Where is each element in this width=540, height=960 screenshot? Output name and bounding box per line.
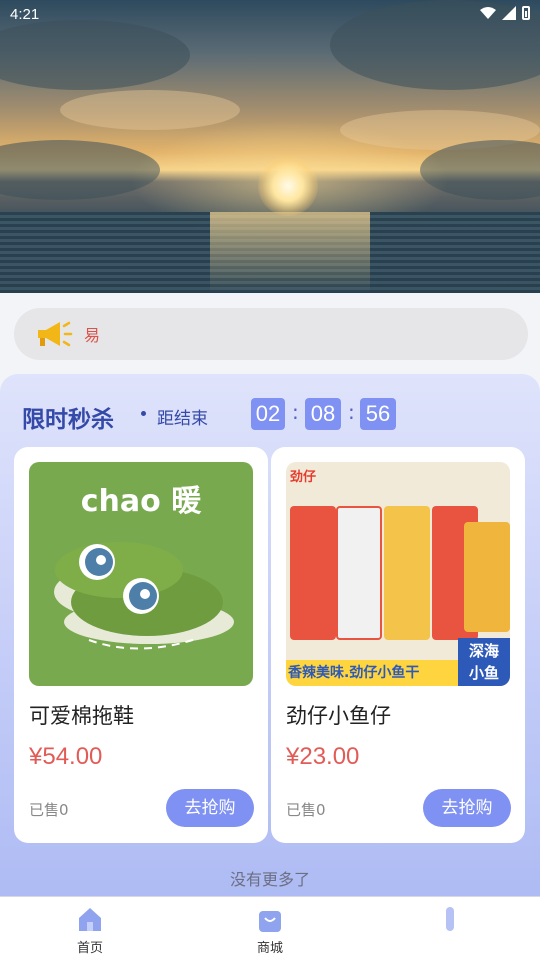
notice-bar[interactable]: 易	[14, 308, 528, 360]
sun	[258, 156, 318, 216]
list-end-text: 没有更多了	[229, 870, 310, 889]
battery-icon	[522, 6, 530, 20]
countdown-colon: :	[292, 400, 299, 424]
buy-now-button[interactable]: 去抢购	[166, 789, 254, 827]
notice-text: 易	[84, 326, 101, 345]
home-icon	[79, 908, 101, 931]
wifi-icon	[480, 7, 496, 19]
megaphone-icon	[38, 321, 73, 347]
product-sold-count: 已售0	[286, 801, 326, 819]
countdown-seconds: 56	[360, 398, 396, 430]
product-image-fish-snack[interactable]: 劲仔 香辣美味.劲仔小鱼干 深海 小鱼	[286, 462, 510, 686]
tab-label: 商城	[256, 941, 283, 956]
image-banner-text: 香辣美味.劲仔小鱼干	[288, 665, 420, 681]
image-badge-top: 深海	[468, 642, 499, 660]
product-name: 劲仔小鱼仔	[286, 704, 391, 728]
status-bar: 4:21	[0, 0, 540, 30]
image-badge: 深海 小鱼	[458, 638, 510, 686]
product-sold-count: 已售0	[29, 801, 69, 819]
shopping-bag-icon	[259, 911, 281, 932]
tab-mall[interactable]: 商城	[220, 897, 320, 960]
profile-icon	[446, 907, 454, 931]
product-price: ¥23.00	[286, 743, 360, 770]
hero-banner-image	[0, 0, 540, 293]
signal-icon	[502, 6, 516, 20]
image-logo-text: 劲仔	[290, 470, 317, 485]
buy-now-button[interactable]: 去抢购	[423, 789, 511, 827]
tab-profile[interactable]	[400, 897, 500, 960]
countdown-minutes: 08	[305, 398, 341, 430]
product-price: ¥54.00	[29, 743, 103, 770]
countdown-label: 距结束	[157, 409, 208, 429]
product-name: 可爱棉拖鞋	[29, 704, 134, 728]
tab-label: 首页	[76, 941, 103, 956]
flash-sale-title: 限时秒杀	[22, 407, 114, 433]
separator-dot	[141, 411, 146, 416]
image-badge-bottom: 小鱼	[468, 664, 499, 682]
bottom-tab-bar: 首页 商城	[0, 896, 540, 960]
product-image-slipper[interactable]: chao 暖	[29, 462, 253, 686]
tab-home[interactable]: 首页	[40, 897, 140, 960]
status-time: 4:21	[10, 6, 40, 23]
countdown-colon: :	[348, 400, 355, 424]
product-card[interactable]: chao 暖 可爱棉拖鞋 ¥54.00 已售0 去抢购	[14, 447, 268, 843]
product-card[interactable]: 劲仔 香辣美味.劲仔小鱼干 深海 小鱼 劲仔小鱼仔 ¥23.00 已售0 去抢购	[271, 447, 525, 843]
countdown-hours: 02	[251, 398, 285, 430]
